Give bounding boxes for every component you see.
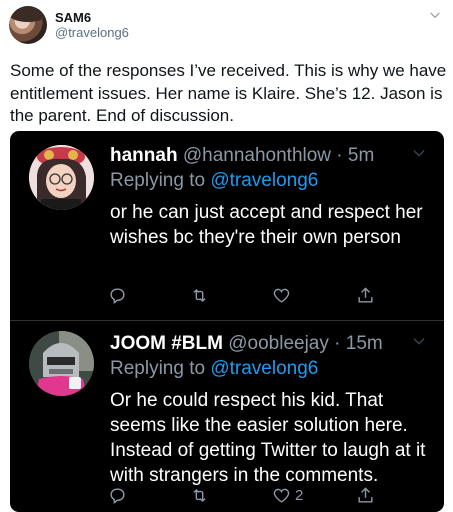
- tweet-header: SAM6 @travelong6: [0, 0, 453, 55]
- replying-to-prefix: Replying to: [110, 358, 211, 379]
- replying-to-prefix: Replying to: [110, 170, 211, 191]
- reply-button[interactable]: [108, 284, 127, 306]
- display-name[interactable]: SAM6: [55, 10, 91, 25]
- reply-tweet[interactable]: hannah @hannahonthlow · 5m Replying to @…: [10, 131, 444, 320]
- tweet-text: Some of the responses I’ve received. Thi…: [10, 61, 447, 125]
- share-button[interactable]: [356, 484, 375, 506]
- chevron-down-icon[interactable]: [428, 8, 442, 22]
- reply-display-name[interactable]: hannah: [110, 145, 178, 166]
- avatar[interactable]: [29, 331, 94, 396]
- username-handle[interactable]: @travelong6: [55, 25, 129, 40]
- reply-author: JOOM #BLM @oobleejay · 15m: [110, 333, 383, 355]
- like-button[interactable]: [272, 284, 295, 306]
- retweet-button[interactable]: [190, 284, 209, 306]
- mention-link[interactable]: @travelong6: [210, 170, 318, 191]
- replying-to: Replying to @travelong6: [110, 358, 318, 380]
- chevron-down-icon[interactable]: [411, 333, 427, 349]
- like-count: 2: [295, 486, 304, 504]
- avatar[interactable]: [29, 145, 94, 210]
- embedded-screenshot[interactable]: hannah @hannahonthlow · 5m Replying to @…: [10, 131, 444, 512]
- heart-icon: [273, 288, 290, 303]
- chevron-down-icon[interactable]: [411, 145, 427, 161]
- reply-tweet[interactable]: JOOM #BLM @oobleejay · 15m Replying to @…: [10, 320, 444, 512]
- reply-icon: [110, 287, 125, 304]
- replying-to: Replying to @travelong6: [110, 170, 318, 192]
- share-icon: [358, 486, 373, 503]
- like-button[interactable]: 2: [272, 484, 303, 506]
- heart-icon: [273, 488, 290, 503]
- reply-icon: [110, 487, 125, 504]
- reply-button[interactable]: [108, 484, 127, 506]
- reply-author: hannah @hannahonthlow · 5m: [110, 145, 374, 167]
- reply-handle-time: @oobleejay · 15m: [228, 333, 383, 354]
- retweet-icon: [193, 288, 206, 302]
- retweet-icon: [193, 488, 206, 502]
- reply-display-name[interactable]: JOOM #BLM: [110, 333, 223, 354]
- avatar[interactable]: [9, 6, 47, 44]
- action-bar: [108, 284, 408, 306]
- reply-text: or he can just accept and respect her wi…: [110, 202, 423, 248]
- action-bar: 2: [108, 484, 408, 506]
- retweet-button[interactable]: [190, 484, 209, 506]
- mention-link[interactable]: @travelong6: [210, 358, 318, 379]
- reply-text: Or he could respect his kid. That seems …: [110, 390, 426, 486]
- share-button[interactable]: [356, 284, 375, 306]
- reply-handle-time: @hannahonthlow · 5m: [182, 145, 375, 166]
- share-icon: [358, 286, 373, 303]
